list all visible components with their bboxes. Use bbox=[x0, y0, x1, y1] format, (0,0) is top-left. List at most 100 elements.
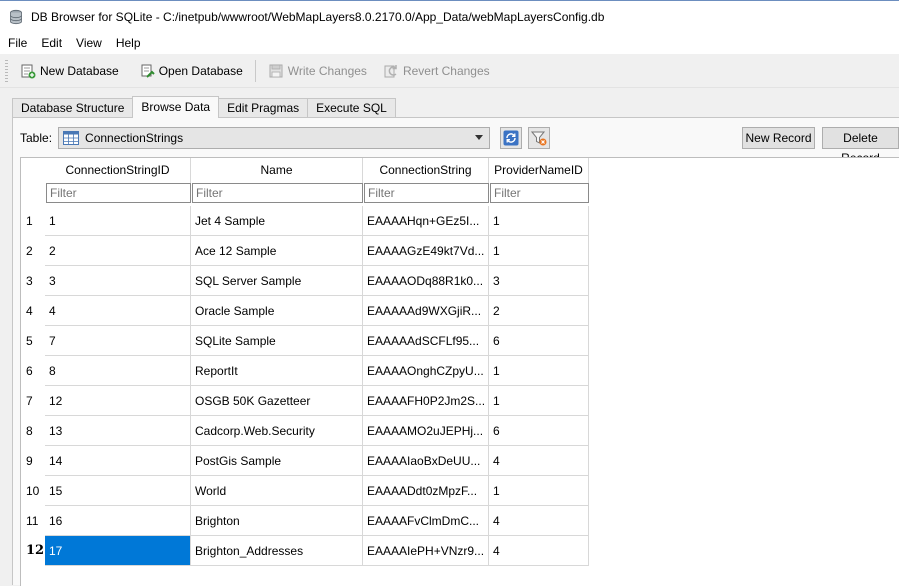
row-number[interactable]: 4 bbox=[21, 296, 45, 326]
column-header-providernameid[interactable]: ProviderNameID bbox=[489, 158, 589, 183]
cell-connectionstring[interactable]: EAAAAAd9WXGjiR... bbox=[363, 296, 489, 326]
filter-input-connectionstring[interactable] bbox=[364, 183, 489, 203]
table-row: 6 8 ReportIt EAAAAOnghCZpyU... 1 bbox=[21, 356, 899, 386]
cell-connectionstringid[interactable]: 3 bbox=[45, 266, 191, 296]
table-row: 10 15 World EAAAADdt0zMpzF... 1 bbox=[21, 476, 899, 506]
row-number[interactable]: 8 bbox=[21, 416, 45, 446]
cell-connectionstring[interactable]: EAAAAGzE49kt7Vd... bbox=[363, 236, 489, 266]
cell-connectionstringid[interactable]: 17 bbox=[45, 536, 191, 566]
table-select-value: ConnectionStrings bbox=[85, 131, 184, 145]
menu-file[interactable]: File bbox=[0, 32, 34, 54]
cell-connectionstring[interactable]: EAAAAAdSCFLf95... bbox=[363, 326, 489, 356]
row-number[interactable]: 9 bbox=[21, 446, 45, 476]
column-header-name[interactable]: Name bbox=[191, 158, 363, 183]
grid-corner[interactable] bbox=[21, 158, 45, 206]
filter-input-name[interactable] bbox=[192, 183, 363, 203]
cell-name[interactable]: Brighton_Addresses bbox=[191, 536, 363, 566]
cell-name[interactable]: Brighton bbox=[191, 506, 363, 536]
row-number[interactable]: 5 bbox=[21, 326, 45, 356]
cell-connectionstring[interactable]: EAAAAHqn+GEz5I... bbox=[363, 206, 489, 236]
cell-connectionstringid[interactable]: 16 bbox=[45, 506, 191, 536]
cell-connectionstring[interactable]: EAAAADdt0zMpzF... bbox=[363, 476, 489, 506]
cell-name[interactable]: Cadcorp.Web.Security bbox=[191, 416, 363, 446]
clear-filters-button[interactable] bbox=[528, 127, 551, 149]
cell-connectionstring[interactable]: EAAAAOnghCZpyU... bbox=[363, 356, 489, 386]
cell-name[interactable]: PostGis Sample bbox=[191, 446, 363, 476]
revert-changes-button[interactable]: Revert Changes bbox=[377, 59, 496, 83]
cell-connectionstringid[interactable]: 14 bbox=[45, 446, 191, 476]
cell-name[interactable]: OSGB 50K Gazetteer bbox=[191, 386, 363, 416]
cell-providernameid[interactable]: 3 bbox=[489, 266, 589, 296]
table-selector-row: Table: ConnectionStrings bbox=[20, 127, 551, 149]
cell-providernameid[interactable]: 4 bbox=[489, 446, 589, 476]
cell-name[interactable]: SQL Server Sample bbox=[191, 266, 363, 296]
filter-input-connectionstringid[interactable] bbox=[46, 183, 191, 203]
cell-providernameid[interactable]: 6 bbox=[489, 326, 589, 356]
cell-connectionstring[interactable]: EAAAAIaoBxDeUU... bbox=[363, 446, 489, 476]
cell-name[interactable]: Oracle Sample bbox=[191, 296, 363, 326]
cell-providernameid[interactable]: 1 bbox=[489, 476, 589, 506]
tab-execute-sql[interactable]: Execute SQL bbox=[307, 98, 396, 118]
row-number[interactable]: 7 bbox=[21, 386, 45, 416]
cell-providernameid[interactable]: 1 bbox=[489, 236, 589, 266]
cell-providernameid[interactable]: 2 bbox=[489, 296, 589, 326]
cell-connectionstring[interactable]: EAAAAIePH+VNzr9... bbox=[363, 536, 489, 566]
row-number[interactable]: 6 bbox=[21, 356, 45, 386]
cell-connectionstringid[interactable]: 13 bbox=[45, 416, 191, 446]
cell-connectionstringid[interactable]: 4 bbox=[45, 296, 191, 326]
column-header-connectionstring[interactable]: ConnectionString bbox=[363, 158, 489, 183]
table-row: 9 14 PostGis Sample EAAAAIaoBxDeUU... 4 bbox=[21, 446, 899, 476]
table-row: 2 2 Ace 12 Sample EAAAAGzE49kt7Vd... 1 bbox=[21, 236, 899, 266]
write-changes-button[interactable]: Write Changes bbox=[262, 59, 373, 83]
cell-connectionstring[interactable]: EAAAAFvClmDmC... bbox=[363, 506, 489, 536]
cell-name[interactable]: World bbox=[191, 476, 363, 506]
cell-connectionstring[interactable]: EAAAAMO2uJEPHj... bbox=[363, 416, 489, 446]
main-tabs: Database Structure Browse Data Edit Prag… bbox=[12, 96, 396, 118]
write-changes-label: Write Changes bbox=[287, 63, 367, 78]
table-row: 5 7 SQLite Sample EAAAAAdSCFLf95... 6 bbox=[21, 326, 899, 356]
cell-connectionstring[interactable]: EAAAAFH0P2Jm2S... bbox=[363, 386, 489, 416]
cell-providernameid[interactable]: 6 bbox=[489, 416, 589, 446]
row-number[interactable]: 12 bbox=[21, 536, 45, 566]
cell-connectionstringid[interactable]: 7 bbox=[45, 326, 191, 356]
cell-name[interactable]: SQLite Sample bbox=[191, 326, 363, 356]
new-database-button[interactable]: New Database bbox=[14, 59, 125, 83]
row-number[interactable]: 3 bbox=[21, 266, 45, 296]
cell-providernameid[interactable]: 1 bbox=[489, 206, 589, 236]
open-database-icon bbox=[141, 64, 155, 78]
table-select[interactable]: ConnectionStrings bbox=[58, 127, 491, 149]
tab-database-structure[interactable]: Database Structure bbox=[12, 98, 134, 118]
cell-providernameid[interactable]: 1 bbox=[489, 356, 589, 386]
menu-view[interactable]: View bbox=[69, 32, 109, 54]
cell-connectionstringid[interactable]: 8 bbox=[45, 356, 191, 386]
refresh-button[interactable] bbox=[500, 127, 523, 149]
cell-connectionstringid[interactable]: 12 bbox=[45, 386, 191, 416]
toolbar-grip[interactable] bbox=[5, 59, 8, 82]
row-number[interactable]: 10 bbox=[21, 476, 45, 506]
table-label: Table: bbox=[20, 131, 53, 145]
cell-connectionstringid[interactable]: 15 bbox=[45, 476, 191, 506]
chevron-down-icon bbox=[475, 135, 484, 140]
row-number[interactable]: 11 bbox=[21, 506, 45, 536]
menu-help[interactable]: Help bbox=[109, 32, 148, 54]
column-header-connectionstringid[interactable]: ConnectionStringID bbox=[45, 158, 191, 183]
tab-edit-pragmas[interactable]: Edit Pragmas bbox=[218, 98, 309, 118]
row-number[interactable]: 2 bbox=[21, 236, 45, 266]
new-record-button[interactable]: New Record bbox=[742, 127, 815, 149]
cell-name[interactable]: ReportIt bbox=[191, 356, 363, 386]
cell-connectionstring[interactable]: EAAAAODq88R1k0... bbox=[363, 266, 489, 296]
open-database-label: Open Database bbox=[158, 63, 243, 78]
cell-name[interactable]: Ace 12 Sample bbox=[191, 236, 363, 266]
cell-connectionstringid[interactable]: 2 bbox=[45, 236, 191, 266]
cell-providernameid[interactable]: 1 bbox=[489, 386, 589, 416]
row-number[interactable]: 1 bbox=[21, 206, 45, 236]
open-database-button[interactable]: Open Database bbox=[133, 59, 249, 83]
cell-providernameid[interactable]: 4 bbox=[489, 536, 589, 566]
filter-input-providernameid[interactable] bbox=[490, 183, 589, 203]
cell-connectionstringid[interactable]: 1 bbox=[45, 206, 191, 236]
menu-edit[interactable]: Edit bbox=[34, 32, 69, 54]
delete-record-button[interactable]: Delete Record bbox=[822, 127, 899, 165]
cell-providernameid[interactable]: 4 bbox=[489, 506, 589, 536]
tab-browse-data[interactable]: Browse Data bbox=[132, 96, 220, 118]
cell-name[interactable]: Jet 4 Sample bbox=[191, 206, 363, 236]
